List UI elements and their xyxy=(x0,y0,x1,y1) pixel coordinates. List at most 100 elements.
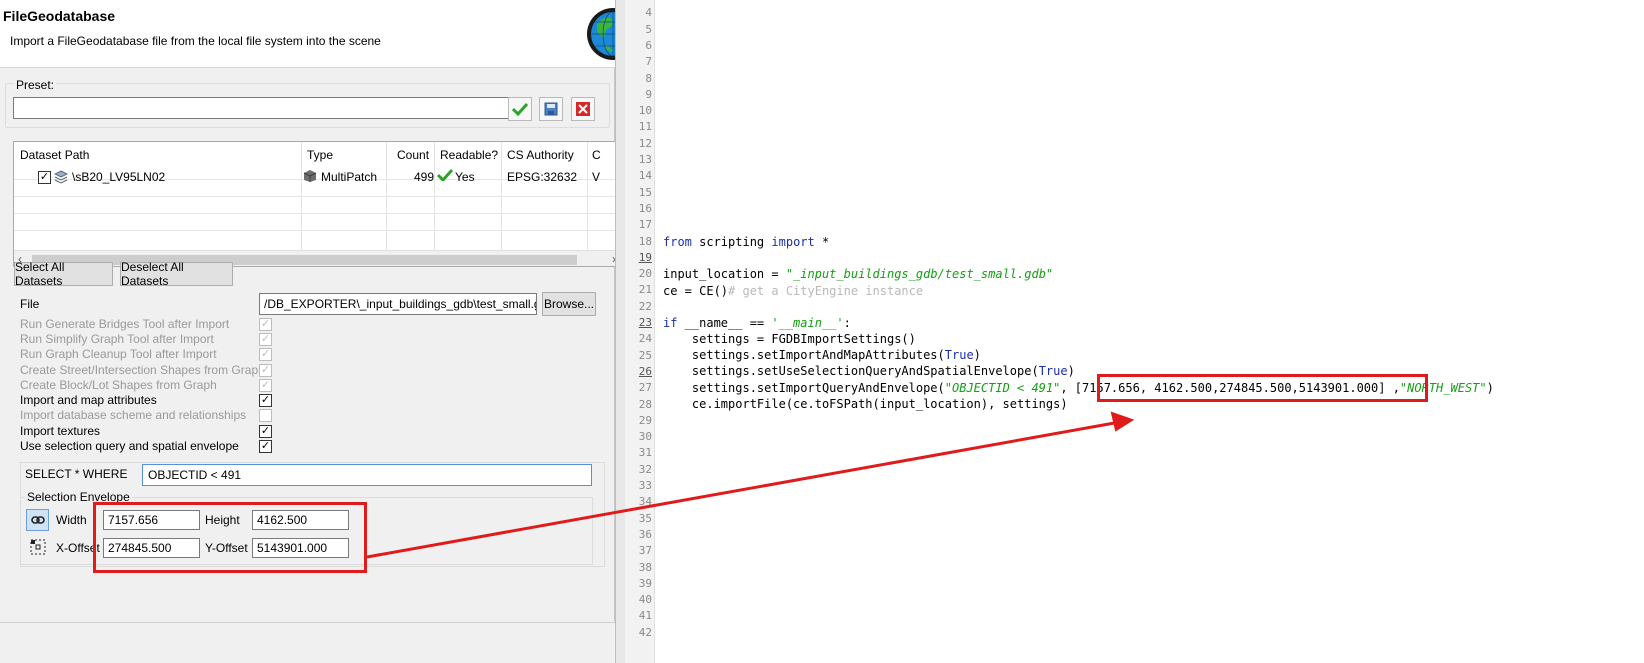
line-number: 4 xyxy=(645,6,652,20)
option-checkbox[interactable]: ✓ xyxy=(259,348,272,361)
option-label: Import textures xyxy=(20,424,101,438)
line-number-gutter: 3456789101112131415161718192021222324252… xyxy=(625,0,655,663)
multipatch-icon xyxy=(303,170,317,182)
envelope-highlight-box xyxy=(93,502,367,573)
line-number: 3 xyxy=(625,0,652,3)
line-number: 11 xyxy=(638,120,652,134)
code-line-20[interactable]: input_location = "_input_buildings_gdb/t… xyxy=(663,267,1053,281)
save-icon xyxy=(544,102,558,116)
line-number: 15 xyxy=(638,185,652,199)
dialog-header: FileGeodatabase Import a FileGeodatabase… xyxy=(0,0,615,68)
link-dimensions-button[interactable] xyxy=(26,509,49,531)
code-token: from xyxy=(663,235,692,249)
line-number: 36 xyxy=(638,527,652,541)
dialog-title: FileGeodatabase xyxy=(3,8,116,24)
option-checkbox[interactable]: ✓ xyxy=(259,425,272,438)
width-label: Width xyxy=(56,513,87,527)
code-line-25[interactable]: settings.setImportAndMapAttributes(True) xyxy=(663,348,981,362)
line-number: 20 xyxy=(638,267,652,281)
option-checkbox[interactable]: ✓ xyxy=(259,318,272,331)
grid-icon xyxy=(30,539,46,555)
code-comment: # get a CityEngine instance xyxy=(728,284,924,298)
browse-button[interactable]: Browse... xyxy=(542,292,596,316)
line-number: 8 xyxy=(645,71,652,85)
line-number: 30 xyxy=(638,430,652,444)
delete-icon xyxy=(576,102,590,116)
line-number: 7 xyxy=(645,55,652,69)
option-label: Use selection query and spatial envelope xyxy=(20,439,239,453)
line-number: 38 xyxy=(638,560,652,574)
dataset-readable: Yes xyxy=(455,170,475,184)
link-icon xyxy=(30,516,45,524)
column-header-cs-authority[interactable]: CS Authority xyxy=(507,148,574,162)
scroll-thumb[interactable] xyxy=(32,255,577,265)
code-token: import xyxy=(771,235,815,249)
code-token: if xyxy=(663,316,678,330)
column-header-extra[interactable]: C xyxy=(592,148,601,162)
option-checkbox[interactable]: ✓ xyxy=(259,440,272,453)
apply-preset-button[interactable] xyxy=(508,97,532,121)
code-token: input_location = xyxy=(663,267,786,281)
code-token: scripting xyxy=(691,235,772,249)
line-number: 34 xyxy=(638,495,652,509)
column-header-count[interactable]: Count xyxy=(397,148,429,162)
where-query-input[interactable]: OBJECTID < 491 xyxy=(142,464,592,486)
deselect-all-datasets-button[interactable]: Deselect All Datasets xyxy=(120,260,233,288)
code-token: settings.setUseSelectionQueryAndSpatialE… xyxy=(663,364,1039,378)
option-checkbox[interactable]: ✓ xyxy=(259,394,272,407)
line-number: 23 xyxy=(638,316,652,329)
line-number: 19 xyxy=(638,250,652,264)
column-header-readable[interactable]: Readable? xyxy=(440,148,498,162)
code-token: * xyxy=(814,235,830,249)
code-token: ) xyxy=(1067,364,1075,378)
line-number: 9 xyxy=(645,87,652,101)
line-number: 6 xyxy=(645,38,652,52)
code-token: __name__ == xyxy=(677,316,772,330)
option-checkbox[interactable]: ✓ xyxy=(259,379,272,392)
option-checkbox[interactable]: ✓ xyxy=(259,364,272,377)
option-checkbox[interactable]: ✓ xyxy=(259,333,272,346)
layers-icon xyxy=(54,170,68,184)
code-token: "_input_buildings_gdb/test_small.gdb" xyxy=(785,267,1054,281)
line-number: 32 xyxy=(638,462,652,476)
offset-anchor-button[interactable] xyxy=(29,538,47,556)
option-label: Import database scheme and relationships xyxy=(20,408,247,422)
dataset-count: 499 xyxy=(414,170,435,184)
code-line-21[interactable]: ce = CE()# get a CityEngine instance xyxy=(663,284,923,298)
splitter[interactable] xyxy=(615,0,625,663)
dataset-checkbox[interactable]: ✓ xyxy=(38,171,51,184)
file-label: File xyxy=(20,297,40,311)
code-token: ) xyxy=(1486,381,1494,395)
line-number: 41 xyxy=(638,609,652,623)
column-header-path[interactable]: Dataset Path xyxy=(20,148,89,162)
preset-label: Preset: xyxy=(14,78,57,92)
code-token: settings.setImportQueryAndEnvelope( xyxy=(663,381,945,395)
option-label: Create Street/Intersection Shapes from G… xyxy=(20,363,265,377)
checkmark-icon xyxy=(437,169,453,181)
line-number: 21 xyxy=(638,283,652,297)
code-line-26[interactable]: settings.setUseSelectionQueryAndSpatialE… xyxy=(663,364,1075,378)
code-line-28[interactable]: ce.importFile(ce.toFSPath(input_location… xyxy=(663,397,1068,411)
option-label: Run Graph Cleanup Tool after Import xyxy=(20,347,217,361)
save-preset-button[interactable] xyxy=(539,97,563,121)
select-all-datasets-button[interactable]: Select All Datasets xyxy=(14,260,113,288)
code-token: '__main__' xyxy=(771,316,844,330)
dialog-footer xyxy=(0,622,615,663)
line-number: 12 xyxy=(638,136,652,150)
line-number: 24 xyxy=(638,332,652,346)
line-number: 17 xyxy=(638,218,652,232)
line-number: 35 xyxy=(638,511,652,525)
code-line-23[interactable]: if __name__ == '__main__': xyxy=(663,316,851,330)
preset-combo[interactable]: ⌄ xyxy=(13,97,527,119)
checkmark-icon xyxy=(511,102,529,116)
code-line-24[interactable]: settings = FGDBImportSettings() xyxy=(663,332,916,346)
delete-preset-button[interactable] xyxy=(571,97,595,121)
column-header-type[interactable]: Type xyxy=(307,148,333,162)
file-path-input[interactable]: /DB_EXPORTER\_input_buildings_gdb\test_s… xyxy=(259,293,537,315)
dataset-table[interactable]: Dataset Path Type Count Readable? CS Aut… xyxy=(13,141,628,267)
option-label: Run Simplify Graph Tool after Import xyxy=(20,332,214,346)
line-number: 39 xyxy=(638,576,652,590)
code-line-18[interactable]: from scripting import * xyxy=(663,235,829,249)
option-checkbox[interactable] xyxy=(259,409,272,422)
line-number: 14 xyxy=(638,169,652,183)
